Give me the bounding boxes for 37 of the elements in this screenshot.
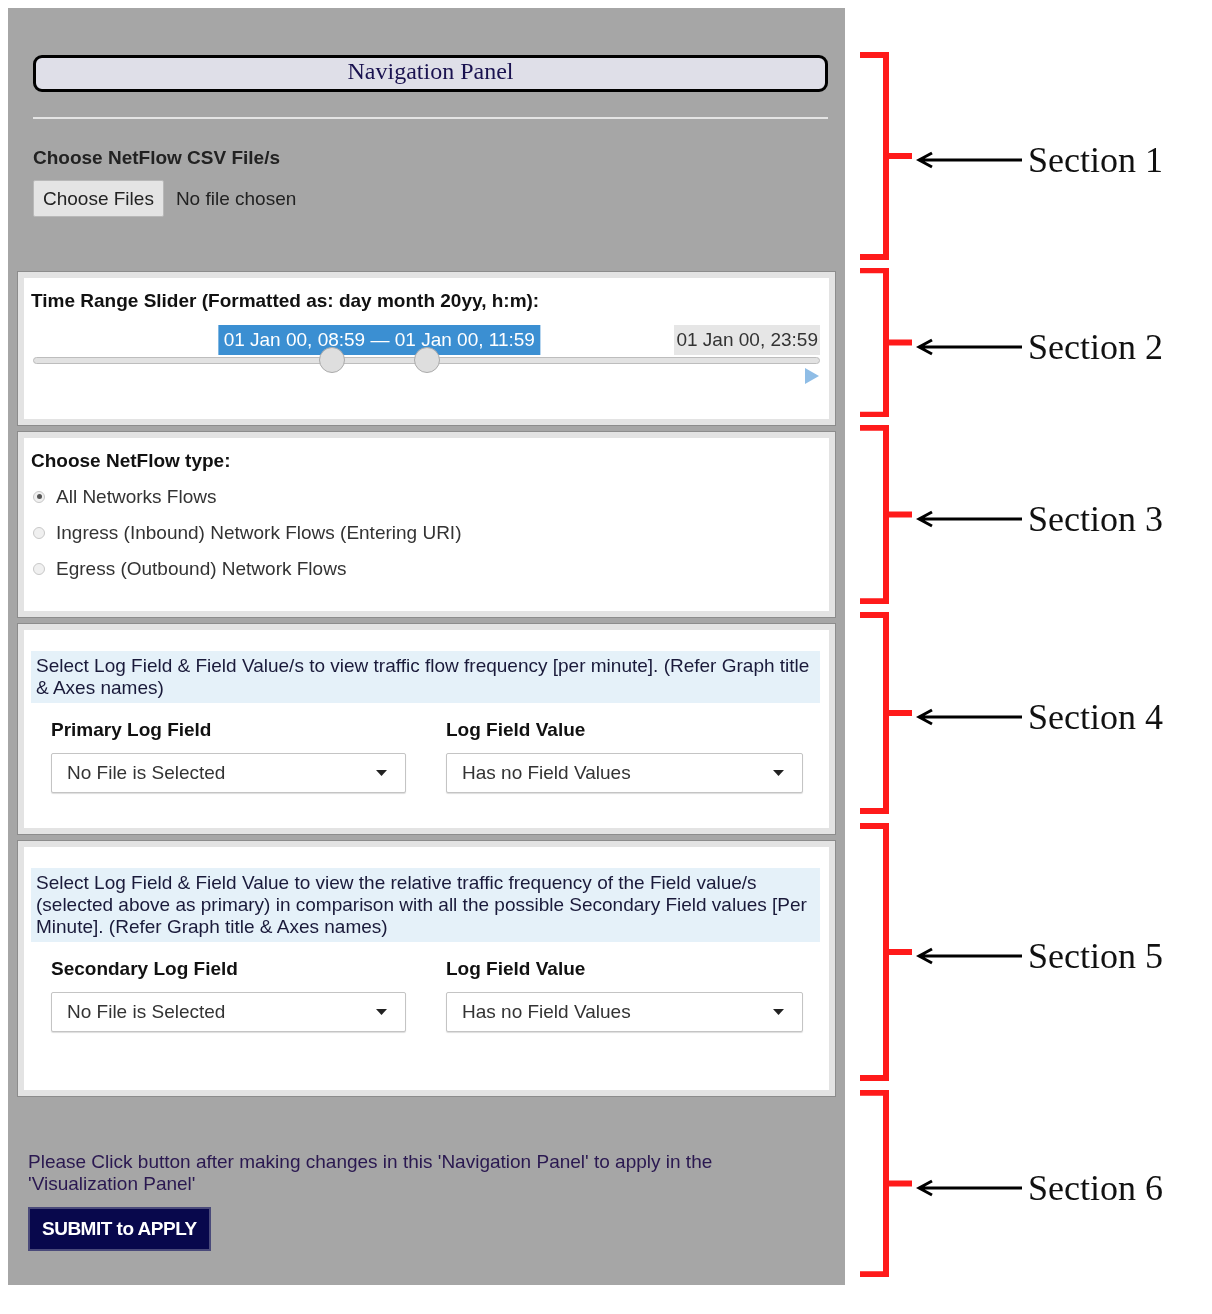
caret-icon [773, 1009, 784, 1015]
dropdown[interactable]: Has no Field Values [446, 992, 803, 1032]
section-label: Section 2 [1028, 325, 1163, 368]
radio-button[interactable] [33, 490, 45, 503]
file-label: Choose NetFlow CSV File/s [33, 146, 282, 170]
dropdown[interactable]: No File is Selected [51, 753, 406, 793]
dropdown[interactable]: Has no Field Values [446, 753, 803, 793]
field-label: Secondary Log Field [51, 958, 239, 980]
slider-label: Time Range Slider (Formatted as: day month 20yy, h:m): [31, 289, 541, 313]
section-label: Section 6 [1028, 1166, 1163, 1209]
section-label: Section 3 [1028, 497, 1163, 540]
file-status: No file chosen [175, 187, 297, 210]
submit-button[interactable]: SUBMIT to APPLY [28, 1207, 211, 1251]
radio-button[interactable] [33, 526, 45, 539]
max-reading: 01 Jan 00, 23:59 [674, 325, 820, 355]
choose-files-button[interactable]: Choose Files [33, 180, 164, 217]
radio-label[interactable]: Ingress (Inbound) Network Flows (Entering URI) [56, 521, 462, 544]
field-label: Primary Log Field [51, 719, 213, 741]
caret-icon [376, 1009, 387, 1015]
info-text: Select Log Field & Field Value to view the relative traffic frequency of the Field value/s (selected above as primary) in comparison with all the possible Secondary Field values [Per Minute]. (Refer Graph title & Axes names) [31, 868, 820, 942]
dropdown[interactable]: No File is Selected [51, 992, 406, 1032]
radio-group-label: Choose NetFlow type: [31, 449, 232, 473]
caret-icon [376, 770, 387, 776]
field-label: Log Field Value [446, 958, 587, 980]
section-label: Section 1 [1028, 139, 1163, 181]
radio-label[interactable]: All Networks Flows [56, 485, 217, 508]
play-icon[interactable] [804, 367, 820, 385]
radio-button[interactable] [33, 562, 45, 575]
section-label: Section 5 [1028, 935, 1163, 977]
radio-label[interactable]: Egress (Outbound) Network Flows [56, 557, 347, 580]
field-label: Log Field Value [446, 719, 587, 741]
range-reading: 01 Jan 00, 08:59 — 01 Jan 00, 11:59 [218, 325, 540, 355]
caret-icon [773, 770, 784, 776]
section-label: Section 4 [1028, 696, 1163, 738]
info-text: Select Log Field & Field Value/s to view traffic flow frequency [per minute]. (Refer Graph title & Axes names) [31, 651, 820, 703]
panel-title: Navigation Panel [33, 55, 828, 92]
instruction-text: Please Click button after making changes in this 'Navigation Panel' to apply in the 'Visualization Panel' [28, 1151, 714, 1195]
